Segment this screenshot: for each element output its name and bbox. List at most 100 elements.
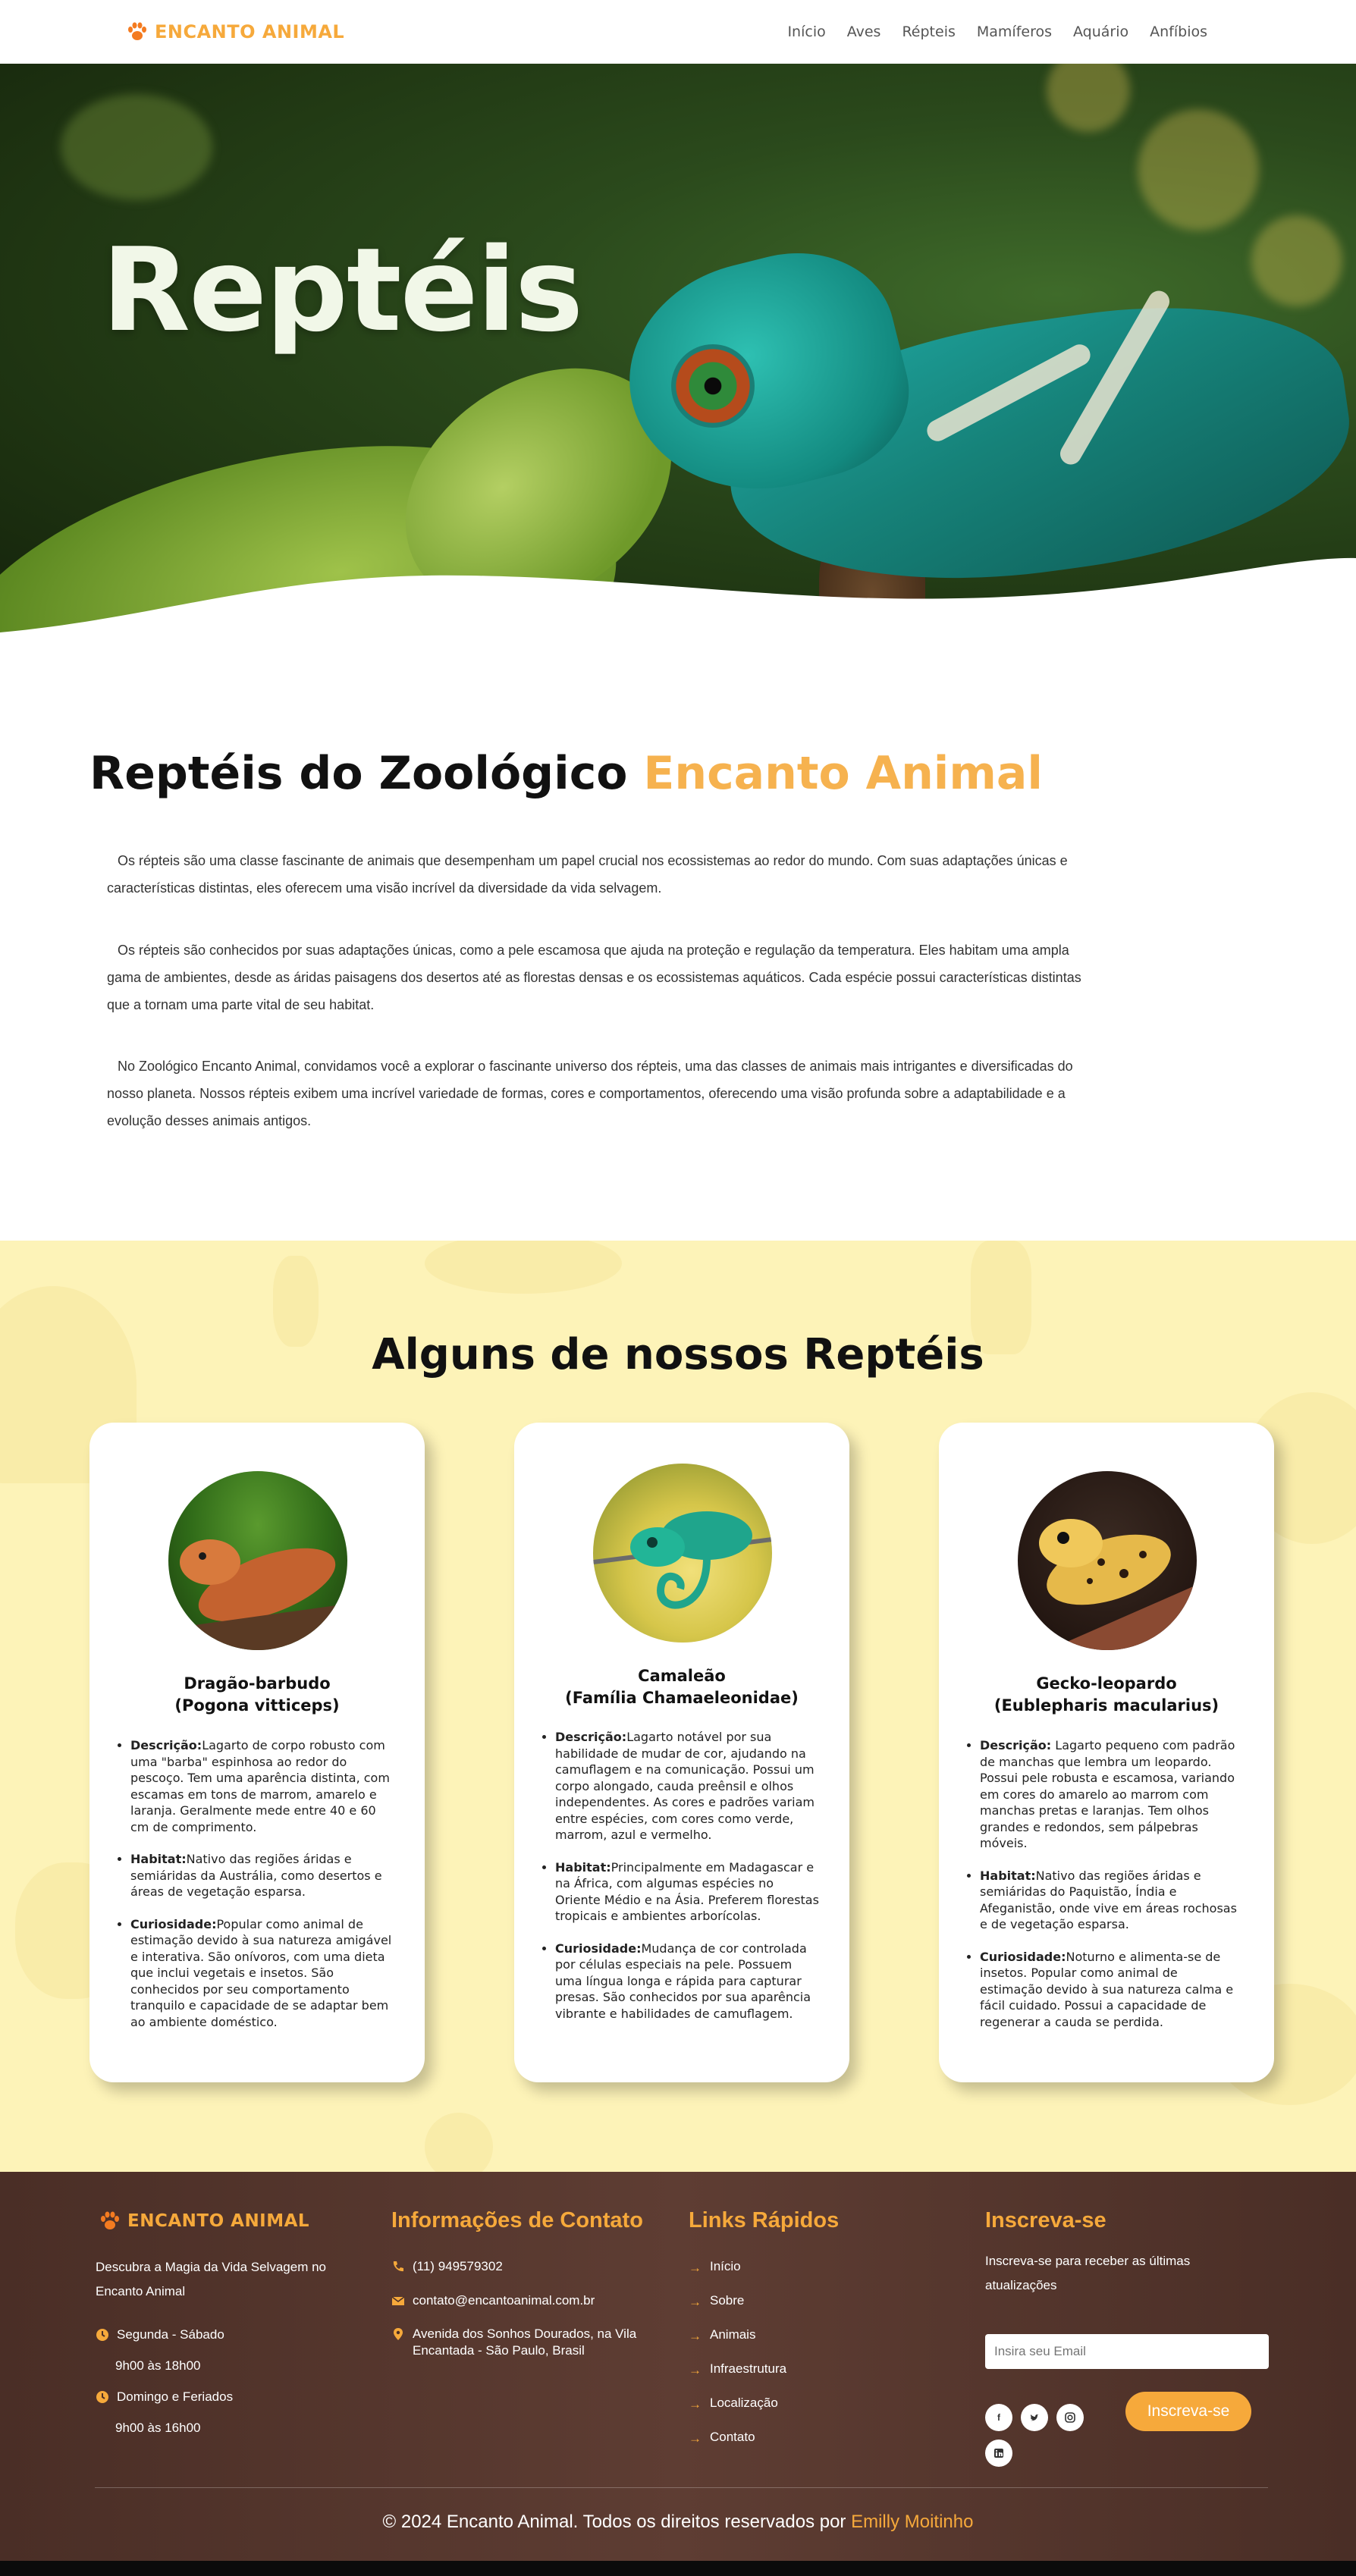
subscribe-title: Inscreva-se [985,2208,1106,2232]
intro-title: Reptéis do Zoológico Encanto Animal [89,747,1043,800]
nav-link-aquario[interactable]: Aquário [1073,24,1128,40]
reptile-card-chameleon: Camaleão (Família Chamaeleonidae) Descriç… [514,1423,849,2082]
footer-link-sobre[interactable]: → Sobre [689,2292,744,2309]
fact-habitat: Habitat:Nativo das regiões áridas e semi… [980,1868,1244,1933]
footer-link-label: Localização [710,2396,778,2410]
hero-bokeh [1251,215,1342,306]
fact-curiosity: Curiosidade:Noturno e alimenta-se de ins… [980,1949,1244,2031]
hours-row: Domingo e Feriados [96,2389,233,2405]
fact-label: Descrição: [980,1738,1052,1752]
address-text: Avenida dos Sonhos Dourados, na Vila Enc… [413,2327,637,2358]
nav-link-aves[interactable]: Aves [847,24,881,40]
footer-link-label: Animais [710,2327,756,2342]
intro-title-accent: Encanto Animal [643,747,1043,800]
bg-animal-silhouette [425,1241,622,1294]
footer-link-inicio[interactable]: → Início [689,2258,741,2275]
quick-links-title: Links Rápidos [689,2208,840,2232]
reptile-facts: Descrição:Lagarto notável por sua habili… [555,1729,819,2038]
nav-link-anfibios[interactable]: Anfíbios [1150,24,1207,40]
bg-animal-silhouette [425,2113,493,2172]
hours-time-text: 9h00 às 18h00 [115,2358,201,2373]
fact-label: Curiosidade: [555,1941,642,1956]
hours-days: Segunda - Sábado [117,2327,224,2342]
intro-title-main: Reptéis do Zoológico [89,747,628,800]
footer-link-localizacao[interactable]: → Localização [689,2395,778,2411]
fact-curiosity: Curiosidade:Popular como animal de estim… [130,1916,394,2031]
subscribe-email-input[interactable] [985,2334,1269,2369]
linkedin-icon[interactable] [985,2440,1012,2467]
hours-days: Domingo e Feriados [117,2389,234,2404]
top-navbar: ENCANTO ANIMAL Início Aves Répteis Mamíf… [0,0,1356,64]
phone-icon [393,2261,403,2272]
fact-text: Lagarto notável por sua habilidade de mu… [555,1730,815,1842]
twitter-bird-glyph [1031,2414,1039,2421]
reptile-photo [593,1464,772,1643]
facebook-icon[interactable]: f [985,2404,1012,2431]
reptile-card-leopard-gecko: Gecko-leopardo (Eublepharis macularius) D… [939,1423,1274,2082]
hours-time-text: 9h00 às 16h00 [115,2421,201,2435]
footer-description: Descubra a Magia da Vida Selvagem no Enc… [96,2260,326,2298]
twitter-icon[interactable] [1021,2404,1048,2431]
intro-paragraph: Os répteis são uma classe fascinante de … [107,853,1068,896]
nav-link-inicio[interactable]: Início [787,24,825,40]
footer-logo[interactable]: ENCANTO ANIMAL [99,2210,309,2232]
instagram-glyph [1065,2412,1075,2423]
paw-icon [101,2211,119,2229]
linkedin-glyph [994,2449,1003,2458]
subscribe-text: Inscreva-se para receber as últimas atua… [985,2254,1191,2292]
fact-habitat: Habitat:Nativo das regiões áridas e semi… [130,1851,394,1900]
footer-link-contato[interactable]: → Contato [689,2429,755,2446]
email-text: contato@encantoanimal.com.br [413,2293,595,2308]
contact-title: Informações de Contato [391,2208,643,2232]
fact-label: Descrição: [130,1738,202,1752]
hero-bokeh [61,94,212,200]
footer-link-infraestrutura[interactable]: → Infraestrutura [689,2361,786,2377]
fact-text: Popular como animal de estimação devido … [130,1916,392,2029]
nav-link-mamiferos[interactable]: Mamíferos [977,24,1052,40]
reptile-scientific-name: (Eublepharis macularius) [993,1696,1219,1715]
reptile-name: Camaleão (Família Chamaeleonidae) [529,1665,834,1709]
hero-bokeh [1047,64,1130,132]
copyright-text: © 2024 Encanto Animal. Todos os direitos… [382,2512,846,2532]
hero-title: Reptéis [102,223,583,357]
fact-description: Descrição:Lagarto de corpo robusto com u… [130,1737,394,1835]
hours-time: 9h00 às 18h00 [115,2358,201,2374]
footer-divider [95,2487,1268,2488]
footer-logo-text: ENCANTO ANIMAL [127,2211,310,2231]
footer-link-animais[interactable]: → Animais [689,2327,755,2343]
section-title: Alguns de nossos Reptéis [372,1330,984,1379]
instagram-icon[interactable] [1056,2404,1084,2431]
arrow-right-icon: → [689,2261,702,2275]
fact-habitat: Habitat:Principalmente em Madagascar e n… [555,1859,819,1925]
footer-link-label: Contato [710,2430,755,2444]
envelope-icon [391,2296,405,2305]
reptile-card-bearded-dragon: Dragão-barbudo (Pogona vitticeps) Descriç… [89,1423,425,2082]
fact-label: Habitat: [980,1868,1036,1883]
arrow-right-icon: → [689,2295,702,2309]
intro-paragraph: Os répteis são conhecidos por suas adapt… [107,943,1081,1012]
fact-description: Descrição: Lagarto pequeno com padrão de… [980,1737,1244,1852]
reptiles-section: Alguns de nossos Reptéis Dragão-barbudo (… [0,1241,1356,2172]
bottom-bar [0,2561,1356,2576]
main-menu: Início Aves Répteis Mamíferos Aquário An… [787,24,1207,40]
footer-link-label: Início [710,2259,741,2273]
site-logo[interactable]: ENCANTO ANIMAL [126,20,344,43]
paw-icon [128,22,146,40]
nav-link-repteis[interactable]: Répteis [902,24,955,40]
arrow-right-icon: → [689,2329,702,2343]
reptile-photo [1018,1471,1197,1650]
arrow-right-icon: → [689,2397,702,2411]
copyright: © 2024 Encanto Animal. Todos os direitos… [0,2512,1356,2533]
contact-email[interactable]: contato@encantoanimal.com.br [391,2292,595,2309]
fact-label: Habitat: [555,1859,611,1875]
author-link[interactable]: Emilly Moitinho [851,2512,973,2532]
subscribe-button[interactable]: Inscreva-se [1125,2392,1251,2431]
arrow-right-icon: → [689,2431,702,2446]
chameleon-icon [593,1511,772,1609]
logo-text: ENCANTO ANIMAL [155,21,345,42]
phone-text: (11) 949579302 [413,2259,503,2273]
site-footer: ENCANTO ANIMAL Descubra a Magia da Vida … [0,2172,1356,2561]
arrow-right-icon: → [689,2363,702,2377]
reptile-common-name: Camaleão [638,1667,726,1685]
contact-phone[interactable]: (11) 949579302 [391,2258,503,2275]
